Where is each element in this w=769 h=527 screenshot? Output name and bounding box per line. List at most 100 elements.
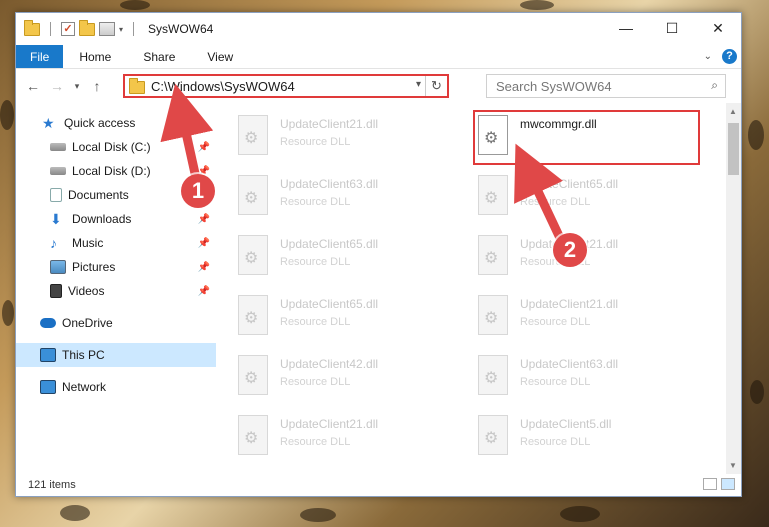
up-button[interactable]: ↑ [86, 78, 108, 94]
quick-access-toolbar: ✓ ▾ SysWOW64 [16, 19, 214, 36]
computer-icon [40, 348, 56, 362]
tab-home[interactable]: Home [63, 45, 127, 68]
back-button[interactable]: ← [22, 78, 44, 94]
pin-icon: 📌 [197, 237, 210, 249]
dll-file-icon [238, 235, 268, 275]
folder-icon [129, 78, 145, 94]
download-icon: ⬇ [50, 211, 62, 227]
sidebar-item-label: Videos [68, 284, 105, 298]
address-bar[interactable]: C:\Windows\SysWOW64 ▾ ↻ [123, 74, 449, 98]
file-highlight-box [473, 110, 700, 165]
refresh-icon[interactable]: ↻ [425, 76, 447, 96]
dll-file-icon [238, 415, 268, 455]
navigation-pane: ★ Quick access Local Disk (C:) 📌 Local D… [16, 103, 216, 474]
tab-file[interactable]: File [16, 45, 64, 68]
separator [50, 22, 51, 36]
list-item[interactable]: UpdateClient21.dllResource DLL [478, 233, 708, 289]
sidebar-item-videos[interactable]: Videos 📌 [16, 279, 216, 303]
list-item[interactable]: UpdateClient42.dllResource DLL [238, 353, 468, 409]
music-icon: ♪ [50, 235, 57, 251]
tab-view[interactable]: View [191, 45, 249, 68]
videos-icon [50, 284, 62, 298]
list-item[interactable]: UpdateClient65.dllResource DLL [238, 233, 468, 289]
dll-file-icon [238, 175, 268, 215]
forward-button[interactable]: → [46, 78, 68, 94]
documents-icon [50, 188, 62, 202]
dll-file-icon [478, 415, 508, 455]
dll-file-icon [478, 295, 508, 335]
dll-file-icon [238, 115, 268, 155]
pin-icon: 📌 [197, 213, 210, 225]
pin-icon: 📌 [197, 285, 210, 297]
status-bar: 121 items [16, 474, 741, 496]
explorer-window: ✓ ▾ SysWOW64 — ☐ ✕ File Home Share View … [15, 12, 742, 497]
separator [133, 22, 135, 36]
pictures-icon [50, 260, 66, 274]
scroll-up-icon[interactable]: ▲ [729, 107, 737, 116]
maximize-button[interactable]: ☐ [649, 13, 695, 43]
sidebar-item-label: This PC [62, 348, 105, 362]
dll-file-icon [478, 175, 508, 215]
search-icon: ⌕ [711, 78, 718, 92]
folder-icon [24, 19, 40, 36]
sidebar-item-onedrive[interactable]: OneDrive [16, 311, 216, 335]
sidebar-item-this-pc[interactable]: This PC [16, 343, 216, 367]
sidebar-item-pictures[interactable]: Pictures 📌 [16, 255, 216, 279]
new-folder-icon[interactable] [79, 19, 95, 36]
address-dropdown-icon[interactable]: ▾ [416, 79, 421, 90]
callout-badge-1: 1 [181, 174, 215, 208]
recent-locations-icon[interactable]: ▾ [70, 81, 84, 92]
item-count: 121 items [28, 479, 76, 491]
toolbar-dropdown-icon[interactable]: ▾ [119, 25, 123, 34]
drive-icon [50, 167, 66, 175]
list-item[interactable]: UpdateClient63.dllResource DLL [238, 173, 468, 229]
expand-ribbon-icon[interactable]: ⌄ [704, 51, 712, 62]
sidebar-item-label: Downloads [72, 212, 132, 226]
sidebar-item-label: Local Disk (C:) [72, 140, 151, 154]
sidebar-item-downloads[interactable]: ⬇ Downloads 📌 [16, 207, 216, 231]
sidebar-item-label: Pictures [72, 260, 116, 274]
list-item[interactable]: UpdateClient21.dllResource DLL [238, 413, 468, 469]
list-item[interactable]: UpdateClient21.dllResource DLL [478, 293, 708, 349]
search-placeholder: Search SysWOW64 [496, 78, 612, 94]
list-item[interactable]: UpdateClient65.dllResource DLL [478, 173, 708, 229]
search-input[interactable]: Search SysWOW64 ⌕ [486, 74, 726, 98]
scroll-thumb[interactable] [728, 123, 739, 175]
title-bar: ✓ ▾ SysWOW64 — ☐ ✕ [16, 13, 741, 45]
dll-file-icon [478, 355, 508, 395]
sidebar-item-quick-access[interactable]: ★ Quick access [16, 111, 216, 135]
sidebar-item-network[interactable]: Network [16, 375, 216, 399]
ribbon-tabs: File Home Share View ⌄ ? [16, 45, 741, 69]
pin-icon: 📌 [197, 141, 210, 153]
sidebar-item-local-disk-c[interactable]: Local Disk (C:) 📌 [16, 135, 216, 159]
window-title: SysWOW64 [148, 22, 214, 36]
list-item[interactable]: UpdateClient63.dllResource DLL [478, 353, 708, 409]
minimize-button[interactable]: — [603, 13, 649, 43]
scroll-down-icon[interactable]: ▼ [729, 461, 737, 470]
details-view-icon[interactable] [703, 478, 717, 490]
customize-toolbar-icon[interactable] [99, 22, 115, 36]
large-icons-view-icon[interactable] [721, 478, 735, 490]
properties-check-icon[interactable]: ✓ [61, 22, 75, 36]
dll-file-icon [238, 295, 268, 335]
list-item[interactable]: UpdateClient65.dllResource DLL [238, 293, 468, 349]
vertical-scrollbar[interactable]: ▲ ▼ [726, 103, 741, 474]
sidebar-item-label: Documents [68, 188, 129, 202]
sidebar-item-label: Network [62, 380, 107, 394]
drive-icon [50, 143, 66, 151]
close-button[interactable]: ✕ [695, 13, 741, 43]
callout-badge-2: 2 [553, 233, 587, 267]
help-icon[interactable]: ? [722, 49, 737, 64]
network-icon [40, 380, 56, 394]
pin-icon: 📌 [197, 261, 210, 273]
list-item[interactable]: UpdateClient5.dllResource DLL [478, 413, 708, 469]
list-item[interactable]: UpdateClient21.dllResource DLL [238, 113, 468, 169]
sidebar-item-music[interactable]: ♪ Music 📌 [16, 231, 216, 255]
navigation-bar: ← → ▾ ↑ C:\Windows\SysWOW64 ▾ ↻ Search S… [16, 69, 741, 103]
tab-share[interactable]: Share [127, 45, 191, 68]
window-controls: — ☐ ✕ [603, 13, 741, 43]
cloud-icon [40, 318, 56, 328]
star-icon: ★ [42, 115, 55, 131]
dll-file-icon [238, 355, 268, 395]
address-path: C:\Windows\SysWOW64 [151, 78, 295, 94]
